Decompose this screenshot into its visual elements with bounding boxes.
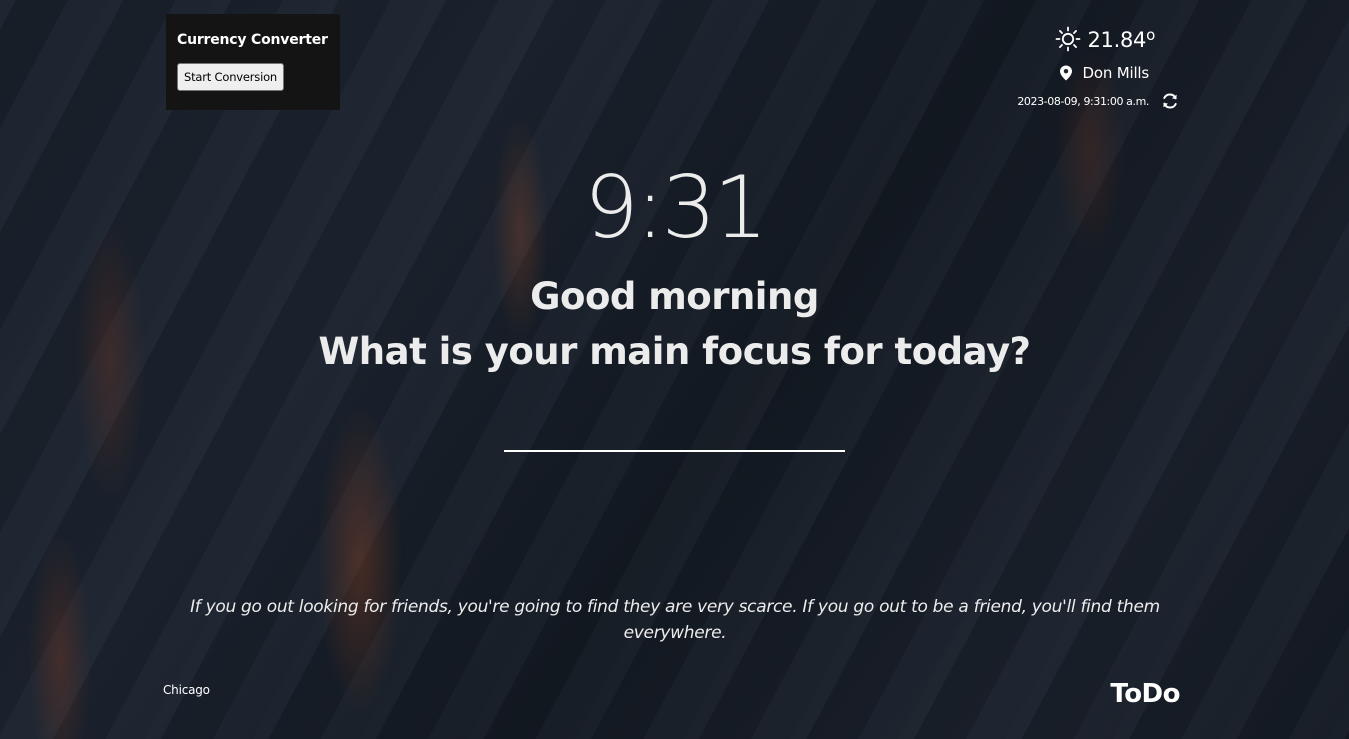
quote-author: Chicago xyxy=(163,683,210,697)
refresh-icon[interactable] xyxy=(1161,92,1179,110)
weather-widget: 21.84o Don Mills 2023-08-09, 9:31:00 a.m… xyxy=(979,26,1179,116)
currency-converter-title: Currency Converter xyxy=(177,32,328,48)
temperature-value: 21.84o xyxy=(1087,26,1155,52)
quote-text: If you go out looking for friends, you'r… xyxy=(190,597,1160,643)
temperature-number: 21.84 xyxy=(1087,28,1147,52)
temperature-row: 21.84o xyxy=(1055,26,1155,52)
currency-converter-widget: Currency Converter Start Conversion xyxy=(166,14,340,110)
degree-symbol: o xyxy=(1146,26,1155,44)
clock-time: 9:31 xyxy=(583,158,768,258)
datetime-text: 2023-08-09, 9:31:00 a.m. xyxy=(1017,94,1149,108)
datetime-row: 2023-08-09, 9:31:00 a.m. xyxy=(1017,92,1179,110)
pin-icon xyxy=(1059,65,1072,81)
greeting-text: Good morning xyxy=(530,275,819,318)
location-row: Don Mills xyxy=(1059,64,1149,82)
todo-button[interactable]: ToDo xyxy=(1110,679,1180,709)
start-conversion-button[interactable]: Start Conversion xyxy=(177,63,285,91)
focus-question: What is your main focus for today? xyxy=(318,330,1031,373)
location-name: Don Mills xyxy=(1082,64,1150,82)
focus-input[interactable] xyxy=(504,420,845,452)
sun-icon xyxy=(1056,26,1081,52)
